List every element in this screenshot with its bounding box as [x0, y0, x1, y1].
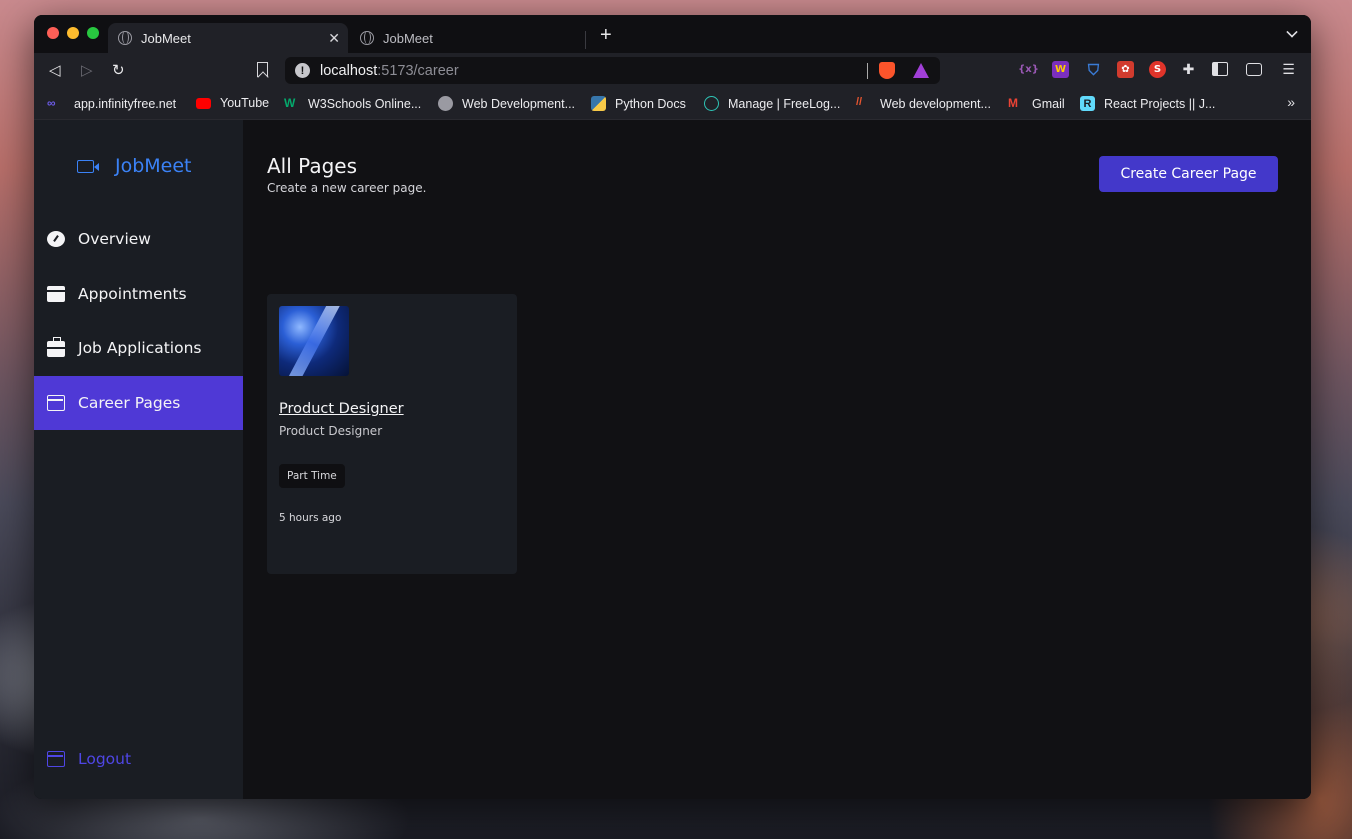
page-subtitle: Create a new career page.	[267, 181, 427, 195]
url-divider	[867, 63, 868, 79]
bookmark-item[interactable]: Python Docs	[591, 96, 686, 111]
bookmark-label: app.infinityfree.net	[74, 96, 177, 111]
window-controls	[47, 27, 99, 39]
new-tab-button[interactable]: +	[600, 24, 612, 47]
main-content: All Pages Create a new career page. Crea…	[243, 120, 1311, 799]
briefcase-icon	[47, 337, 65, 357]
video-camera-icon	[77, 159, 99, 173]
window-icon	[47, 751, 65, 767]
youtube-icon	[196, 97, 211, 109]
tab-bar: JobMeet ✕ JobMeet +	[34, 15, 1311, 53]
brave-rewards-icon[interactable]	[913, 63, 929, 78]
more-bookmarks-icon[interactable]: »	[1287, 94, 1295, 110]
bookmark-label: Web Development...	[462, 96, 576, 111]
tab-jobmeet[interactable]: JobMeet	[350, 23, 588, 53]
close-window-button[interactable]	[47, 27, 59, 39]
forward-icon[interactable]: ▷	[81, 61, 93, 79]
tab-title: JobMeet	[141, 30, 191, 46]
infinity-icon: ∞	[47, 96, 56, 110]
bookmark-label: Gmail	[1032, 96, 1065, 111]
globe-icon	[360, 31, 374, 45]
info-icon[interactable]: !	[295, 63, 310, 78]
bookmarks-bar: ∞ app.infinityfree.net YouTube W W3Schoo…	[34, 87, 1311, 120]
sidebar-toggle-icon[interactable]	[1212, 62, 1228, 76]
gauge-icon	[47, 231, 65, 247]
bookmark-item[interactable]: R React Projects || J...	[1080, 96, 1215, 111]
chevron-down-icon[interactable]	[1286, 26, 1298, 38]
create-career-page-button[interactable]: Create Career Page	[1099, 156, 1278, 192]
extension-icon[interactable]: ✿	[1117, 61, 1134, 78]
maximize-window-button[interactable]	[87, 27, 99, 39]
brand-name: JobMeet	[115, 155, 192, 177]
w3schools-icon: W	[284, 96, 296, 110]
card-thumbnail	[279, 306, 349, 376]
brand-logo[interactable]: JobMeet	[77, 155, 192, 177]
tab-divider	[585, 31, 586, 49]
logout-button[interactable]: Logout	[47, 750, 131, 768]
calendar-icon	[47, 286, 65, 302]
mdn-icon: //	[856, 96, 863, 108]
logout-label: Logout	[78, 750, 132, 768]
window-icon	[47, 395, 65, 411]
freelogo-icon	[704, 96, 719, 111]
minimize-window-button[interactable]	[67, 27, 79, 39]
back-icon[interactable]: ◁	[49, 61, 61, 79]
bookmark-label: Manage | FreeLog...	[728, 96, 841, 111]
bookmark-item[interactable]: YouTube	[196, 96, 269, 110]
wallet-icon[interactable]	[1246, 63, 1262, 76]
globe-icon	[438, 96, 453, 111]
puzzle-icon[interactable]: ✚	[1180, 61, 1197, 78]
gmail-icon: M	[1008, 96, 1018, 110]
bookmark-icon[interactable]	[257, 62, 268, 77]
sidebar-item-label: Appointments	[78, 285, 187, 303]
bookmark-item[interactable]: Web Development...	[438, 96, 575, 111]
career-page-card[interactable]: Product Designer Product Designer Part T…	[267, 294, 517, 574]
extension-icon[interactable]: {x}	[1018, 61, 1039, 78]
sidebar-item-label: Career Pages	[78, 394, 181, 412]
sidebar-item-overview[interactable]: Overview	[34, 212, 243, 266]
tab-jobmeet-active[interactable]: JobMeet ✕	[108, 23, 348, 53]
bookmark-item[interactable]: ∞ app.infinityfree.net	[47, 96, 176, 111]
bookmark-item[interactable]: // Web development...	[856, 96, 991, 111]
bookmark-label: Python Docs	[615, 96, 686, 111]
close-tab-icon[interactable]: ✕	[328, 30, 340, 47]
bookmark-item[interactable]: M Gmail	[1008, 96, 1065, 111]
globe-icon	[118, 31, 132, 45]
address-bar[interactable]: ! localhost :5173/career	[285, 57, 940, 84]
react-projects-icon: R	[1080, 96, 1095, 111]
bookmark-label: React Projects || J...	[1104, 96, 1216, 111]
whatfont-extension-icon[interactable]: W	[1052, 61, 1069, 78]
card-timestamp: 5 hours ago	[279, 512, 342, 524]
bookmark-item[interactable]: W W3Schools Online...	[284, 96, 421, 111]
page-title: All Pages	[267, 154, 357, 178]
job-type-badge: Part Time	[279, 464, 345, 488]
menu-icon[interactable]: ☰	[1280, 61, 1297, 78]
shield-extension-icon[interactable]: ⛉	[1085, 61, 1102, 79]
bookmark-item[interactable]: Manage | FreeLog...	[704, 96, 840, 111]
sidebar-item-label: Overview	[78, 230, 151, 248]
browser-toolbar: ◁ ▷ ↻ ! localhost :5173/career {x} W ⛉ ✿…	[34, 53, 1311, 87]
url-host: localhost	[320, 62, 378, 79]
bookmark-label: YouTube	[220, 96, 270, 110]
svelte-extension-icon[interactable]: S	[1149, 61, 1166, 78]
sidebar-item-job-applications[interactable]: Job Applications	[34, 321, 243, 375]
app-container: JobMeet Overview Appointments Job Applic…	[34, 120, 1311, 799]
bookmark-label: Web development...	[880, 96, 991, 111]
python-icon	[591, 96, 606, 111]
tab-title: JobMeet	[383, 30, 433, 46]
sidebar-item-label: Job Applications	[78, 339, 202, 357]
reload-icon[interactable]: ↻	[112, 61, 125, 79]
bookmark-label: W3Schools Online...	[308, 96, 422, 111]
sidebar-item-appointments[interactable]: Appointments	[34, 267, 243, 321]
brave-shields-icon[interactable]	[879, 62, 895, 79]
sidebar-item-career-pages[interactable]: Career Pages	[34, 376, 243, 430]
card-title-link[interactable]: Product Designer	[279, 401, 404, 417]
browser-window: JobMeet ✕ JobMeet + ◁ ▷ ↻ ! localhost :5…	[34, 15, 1311, 799]
card-subtitle: Product Designer	[279, 424, 383, 438]
url-path: :5173/career	[377, 62, 459, 79]
sidebar: JobMeet Overview Appointments Job Applic…	[34, 120, 243, 799]
